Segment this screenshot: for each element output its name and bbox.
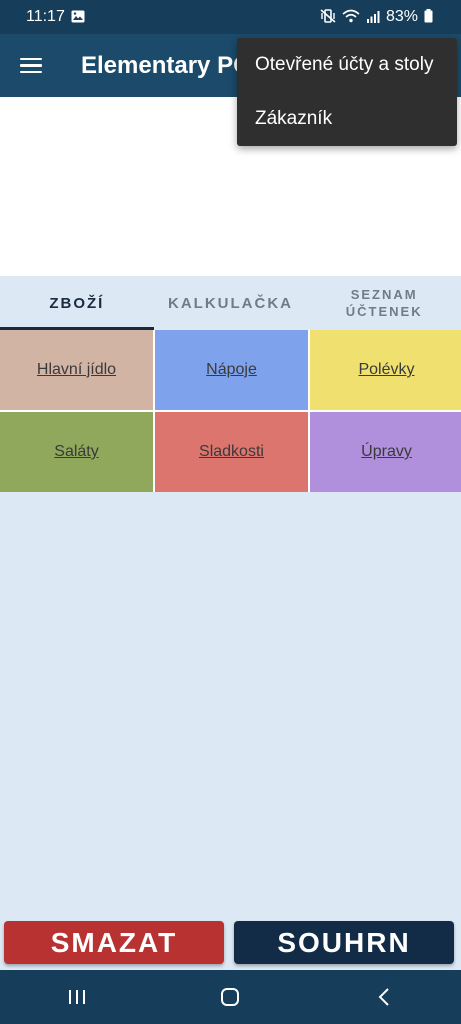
category-sweets[interactable]: Sladkosti [155, 412, 308, 492]
hamburger-menu-icon[interactable] [20, 57, 42, 74]
tab-bar: ZBOŽÍ KALKULAČKA SEZNAM ÚČTENEK [0, 276, 461, 330]
category-modifications[interactable]: Úpravy [310, 412, 461, 492]
battery-icon [424, 9, 433, 25]
menu-item-customer[interactable]: Zákazník [237, 92, 457, 146]
tab-goods[interactable]: ZBOŽÍ [0, 276, 154, 330]
summary-button[interactable]: SOUHRN [234, 921, 454, 964]
image-icon [71, 10, 85, 25]
navigation-bar [0, 970, 461, 1024]
app-title: Elementary POS [81, 51, 241, 79]
tab-calculator[interactable]: KALKULAČKA [154, 276, 308, 330]
delete-button[interactable]: SMAZAT [4, 921, 224, 964]
status-time: 11:17 [26, 8, 65, 25]
category-drinks[interactable]: Nápoje [155, 330, 308, 410]
mute-vibrate-icon [320, 9, 336, 25]
category-soups[interactable]: Polévky [310, 330, 461, 410]
category-grid: Hlavní jídlo Nápoje Polévky Saláty Sladk… [0, 330, 461, 492]
recent-apps-icon[interactable] [47, 977, 107, 1017]
back-icon[interactable] [354, 977, 414, 1017]
wifi-icon [342, 9, 360, 25]
status-left: 11:17 [26, 8, 85, 26]
status-bar: 11:17 83% [0, 0, 461, 34]
overflow-menu: Otevřené účty a stoly Zákazník [237, 38, 457, 146]
menu-item-open-accounts[interactable]: Otevřené účty a stoly [237, 38, 457, 92]
status-right: 83% [320, 8, 433, 26]
category-main-dish[interactable]: Hlavní jídlo [0, 330, 153, 410]
battery-percent: 83% [385, 8, 418, 25]
category-salads[interactable]: Saláty [0, 412, 153, 492]
signal-icon [366, 10, 380, 25]
tab-receipt-list[interactable]: SEZNAM ÚČTENEK [307, 276, 461, 330]
home-icon[interactable] [200, 977, 260, 1017]
tab-receipt-list-label: SEZNAM ÚČTENEK [345, 287, 423, 319]
